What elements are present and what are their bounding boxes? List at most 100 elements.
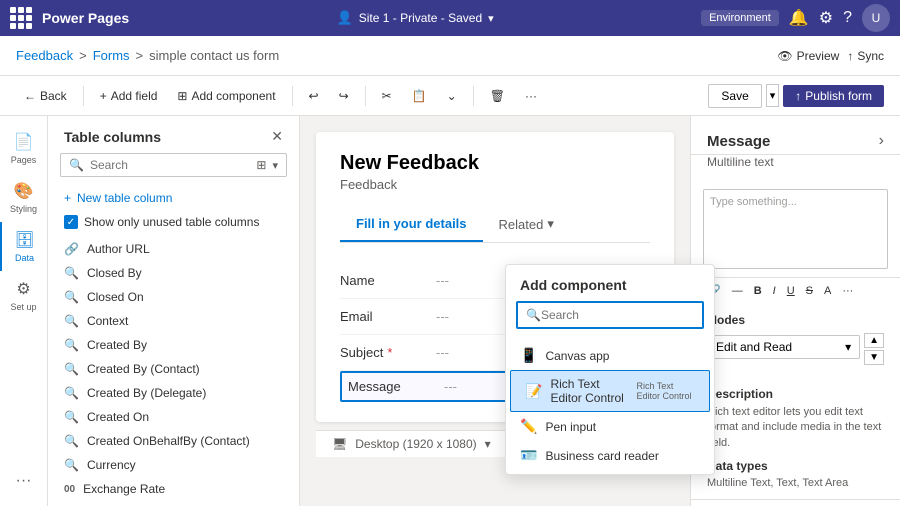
search-input[interactable]: [90, 158, 250, 172]
col-item-created-by[interactable]: 🔍 Created By: [48, 333, 299, 357]
col-icon-created-by-delegate: 🔍: [64, 386, 79, 400]
rp-title: Message: [707, 133, 770, 150]
redo-button[interactable]: ↪: [331, 85, 357, 107]
setup-icon: ⚙: [16, 279, 30, 299]
breadcrumb: Feedback > Forms > simple contact us for…: [16, 48, 771, 63]
col-icon-exchange-rate: 00: [64, 484, 75, 495]
desktop-label: Desktop (1920 x 1080): [355, 437, 476, 451]
rp-header: Message ›: [691, 116, 900, 155]
rp-datatypes-value: Multiline Text, Text, Text Area: [707, 477, 884, 489]
back-button[interactable]: ← Back: [16, 85, 75, 107]
app-title[interactable]: Power Pages: [10, 7, 129, 29]
save-button[interactable]: Save: [708, 84, 761, 108]
form-tabs: Fill in your details Related ▾: [340, 208, 650, 243]
comp-business-card[interactable]: 🪪 Business card reader: [506, 441, 714, 470]
rp-modes-section: Modes Edit and Read ▾ ▲ ▼: [691, 303, 900, 377]
desktop-chevron[interactable]: ▾: [485, 437, 491, 451]
more-button[interactable]: ⌄: [439, 85, 465, 107]
rp-modes-select[interactable]: Edit and Read ▾: [707, 335, 860, 359]
breadcrumb-feedback[interactable]: Feedback: [16, 48, 73, 63]
undo-button[interactable]: ↩: [301, 85, 327, 107]
add-comp-search: 🔍: [516, 301, 704, 329]
col-item-author-url[interactable]: 🔗 Author URL: [48, 237, 299, 261]
col-item-created-by-contact[interactable]: 🔍 Created By (Contact): [48, 357, 299, 381]
tab-fill-details[interactable]: Fill in your details: [340, 208, 483, 242]
breadcrumb-forms[interactable]: Forms: [93, 48, 130, 63]
rp-expand-button[interactable]: ›: [879, 132, 884, 150]
rp-tb-dash[interactable]: —: [728, 283, 747, 299]
rp-tb-color[interactable]: A: [820, 283, 835, 299]
comp-search-input[interactable]: [541, 308, 696, 322]
add-icon: +: [100, 89, 107, 103]
notification-btn[interactable]: 🔔: [789, 8, 809, 28]
toolbar-separator: [83, 86, 84, 106]
col-icon-closed-on: 🔍: [64, 290, 79, 304]
panel-header: Table columns ✕: [48, 116, 299, 153]
nav-setup[interactable]: ⚙ Set up: [0, 271, 47, 320]
filter-chevron[interactable]: ▾: [272, 159, 278, 172]
preview-button[interactable]: 👁 Preview: [777, 49, 839, 63]
rp-tb-underline[interactable]: U: [783, 283, 799, 299]
rp-toolbar: 🔗 — B I U S A ···: [691, 277, 900, 303]
back-icon: ←: [24, 89, 36, 103]
toolbar-separator-4: [473, 86, 474, 106]
rp-tb-italic[interactable]: I: [769, 283, 780, 299]
more-icon: ···: [16, 472, 32, 490]
col-icon-created-by: 🔍: [64, 338, 79, 352]
col-icon-author-url: 🔗: [64, 242, 79, 256]
toolbar-separator-2: [292, 86, 293, 106]
nav-styling[interactable]: 🎨 Styling: [0, 173, 47, 222]
rp-tb-bold[interactable]: B: [750, 283, 766, 299]
comp-pen-input[interactable]: ✏️ Pen input: [506, 412, 714, 441]
nav-pages[interactable]: 📄 Pages: [0, 124, 47, 173]
close-panel-button[interactable]: ✕: [271, 128, 283, 145]
col-item-closed-on[interactable]: 🔍 Closed On: [48, 285, 299, 309]
ellipsis-button[interactable]: ···: [517, 85, 545, 107]
add-field-button[interactable]: + Add field: [92, 85, 166, 107]
new-column-button[interactable]: + New table column: [48, 185, 299, 211]
col-item-created-by-delegate[interactable]: 🔍 Created By (Delegate): [48, 381, 299, 405]
search-icon: 🔍: [69, 158, 84, 172]
col-item-exchange-rate[interactable]: 00 Exchange Rate: [48, 477, 299, 501]
scroll-down-btn[interactable]: ▼: [864, 350, 884, 365]
publish-button[interactable]: ↑ Publish form: [783, 85, 884, 107]
nav-data[interactable]: 🗄 Data: [0, 222, 47, 271]
show-unused-checkbox[interactable]: ✓: [64, 215, 78, 229]
save-dropdown-button[interactable]: ▾: [766, 84, 780, 107]
card-icon: 🪪: [520, 447, 537, 464]
toolbar-separator-3: [365, 86, 366, 106]
col-item-created-on[interactable]: 🔍 Created On: [48, 405, 299, 429]
delete-button[interactable]: 🗑: [482, 85, 513, 107]
cut-button[interactable]: ✂: [374, 85, 400, 107]
col-icon-context: 🔍: [64, 314, 79, 328]
add-component-button[interactable]: ⊞ Add component: [169, 85, 283, 107]
col-item-context[interactable]: 🔍 Context: [48, 309, 299, 333]
second-bar: Feedback > Forms > simple contact us for…: [0, 36, 900, 76]
column-list: 🔗 Author URL 🔍 Closed By 🔍 Closed On 🔍 C…: [48, 237, 299, 506]
settings-btn[interactable]: ⚙: [819, 8, 833, 28]
waffle-icon: [10, 7, 32, 29]
col-item-closed-by[interactable]: 🔍 Closed By: [48, 261, 299, 285]
scroll-up-btn[interactable]: ▲: [864, 333, 884, 348]
upload-icon: ↑: [795, 89, 801, 103]
help-btn[interactable]: ?: [843, 9, 852, 27]
comp-canvas-app[interactable]: 📱 Canvas app: [506, 341, 714, 370]
col-item-currency[interactable]: 🔍 Currency: [48, 453, 299, 477]
add-component-overlay: Add component 🔍 📱 Canvas app 📝 Rich Text…: [505, 264, 715, 475]
sync-button[interactable]: ↑ Sync: [847, 49, 884, 63]
rich-text-icon: 📝: [525, 383, 542, 400]
comp-rich-text[interactable]: 📝 Rich Text Editor Control Rich Text Edi…: [510, 370, 710, 412]
form-title: New Feedback: [340, 152, 650, 175]
rp-tb-strike[interactable]: S: [802, 283, 817, 299]
copy-button[interactable]: 📋: [404, 85, 435, 107]
col-item-created-onbehalf[interactable]: 🔍 Created OnBehalfBy (Contact): [48, 429, 299, 453]
rp-tb-more[interactable]: ···: [838, 283, 857, 299]
nav-more[interactable]: ···: [0, 464, 47, 498]
avatar[interactable]: U: [862, 4, 890, 32]
pages-icon: 📄: [14, 132, 34, 152]
add-comp-title: Add component: [506, 265, 714, 301]
rp-description-section: Description Rich text editor lets you ed…: [691, 377, 900, 499]
mode-chevron: ▾: [845, 340, 851, 354]
filter-icon[interactable]: ⊞: [256, 158, 266, 172]
tab-related[interactable]: Related ▾: [483, 208, 570, 242]
